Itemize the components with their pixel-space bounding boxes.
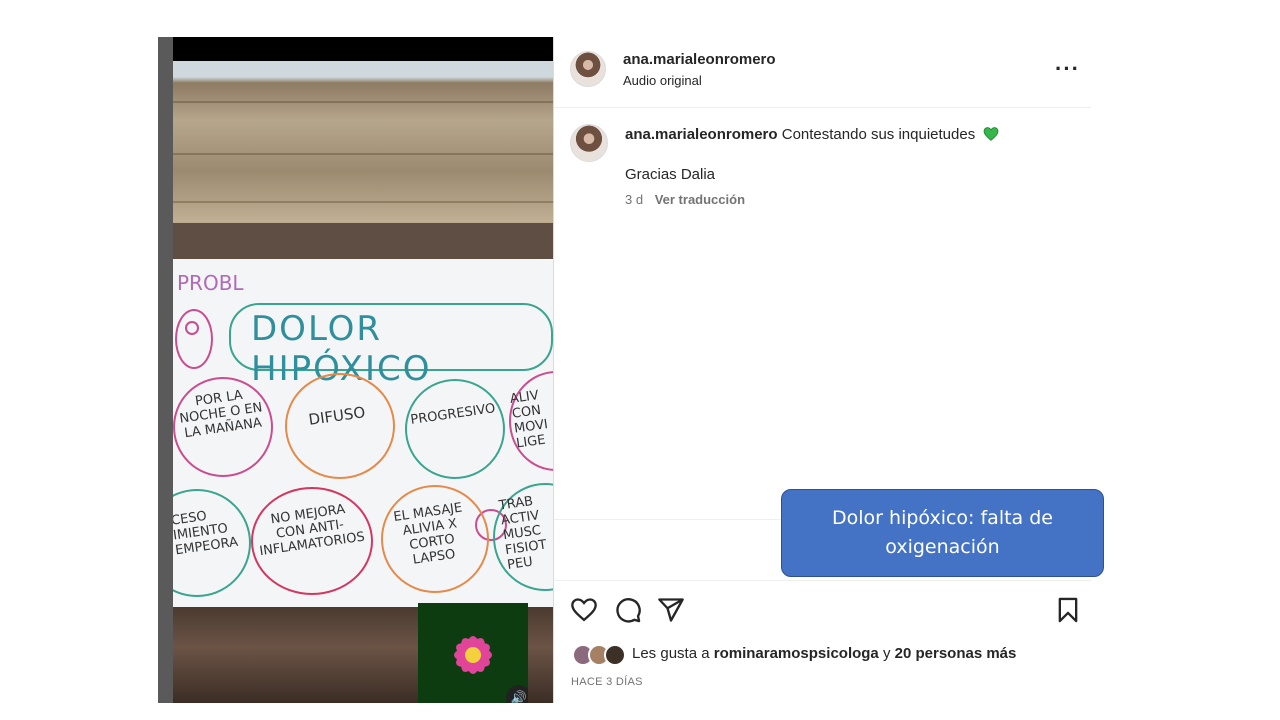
comment-line: ana.marialeonromero Contestando sus inqu… [625, 126, 999, 143]
poster-title: DOLOR HIPÓXICO [251, 309, 432, 389]
green-heart-icon [984, 127, 999, 141]
panel-divider [553, 37, 554, 703]
handwritten-poster: PROBL DOLOR HIPÓXICO POR LA NOCHE O EN L… [173, 259, 553, 611]
translate-link[interactable]: Ver traducción [655, 192, 745, 207]
callout-text: Dolor hipóxico: falta de oxigenación [832, 507, 1053, 558]
comment-username[interactable]: ana.marialeonromero [625, 126, 778, 143]
poster-fragment: PROBL [177, 271, 244, 295]
audio-label[interactable]: Audio original [623, 73, 702, 88]
likes-others-link[interactable]: 20 personas más [895, 645, 1017, 662]
video-top-bar [173, 37, 553, 61]
wood-grain [173, 153, 553, 155]
send-icon[interactable] [657, 596, 685, 624]
likes-prefix: Les gusta a [632, 645, 710, 662]
wood-grain [173, 101, 553, 103]
poster-circle-text: EL MASAJE ALIVIA X CORTO LAPSO [392, 500, 464, 568]
poster-circle-text: TRAB ACTIV MUSC FISIOT PEU [498, 493, 548, 573]
flower-thumbnail[interactable]: 🔊 [418, 603, 528, 703]
speaker-icon[interactable]: 🔊 [506, 685, 528, 703]
comment-time[interactable]: 3 d [625, 192, 643, 207]
poster-circle-text: CESO IMIENTO EMPEORA [173, 508, 239, 559]
heart-icon[interactable] [570, 596, 598, 624]
comment-icon[interactable] [614, 596, 642, 624]
avatar[interactable] [570, 51, 606, 87]
liker-avatar[interactable] [604, 644, 626, 666]
separator [554, 580, 1091, 581]
ellipsis-icon[interactable]: ··· [1055, 56, 1080, 82]
poster-circle [405, 379, 505, 479]
comment-meta: 3 d Ver traducción [625, 192, 745, 207]
poster-circle-text: ALIV CON MOVI LIGE [509, 388, 549, 452]
sad-face-drawing [175, 309, 213, 369]
wood-background [173, 61, 553, 241]
comment-avatar[interactable] [570, 124, 608, 162]
liker-username[interactable]: rominaramospsicologa [714, 645, 879, 662]
likes-connector: y [882, 645, 891, 662]
comment-text: Contestando sus inquietudes [781, 126, 976, 143]
comment-second-line: Gracias Dalia [625, 166, 716, 183]
media-panel[interactable]: PROBL DOLOR HIPÓXICO POR LA NOCHE O EN L… [158, 37, 553, 703]
post-username[interactable]: ana.marialeonromero [623, 51, 776, 68]
likes-summary: Les gusta a rominaramospsicologa y 20 pe… [632, 645, 1016, 662]
video-frame[interactable]: PROBL DOLOR HIPÓXICO POR LA NOCHE O EN L… [173, 37, 553, 703]
callout-box: Dolor hipóxico: falta de oxigenación [781, 489, 1104, 577]
flower-center [465, 647, 481, 663]
post-timestamp[interactable]: HACE 3 DÍAS [571, 676, 643, 688]
wood-grain [173, 201, 553, 203]
bookmark-icon[interactable] [1054, 596, 1082, 624]
